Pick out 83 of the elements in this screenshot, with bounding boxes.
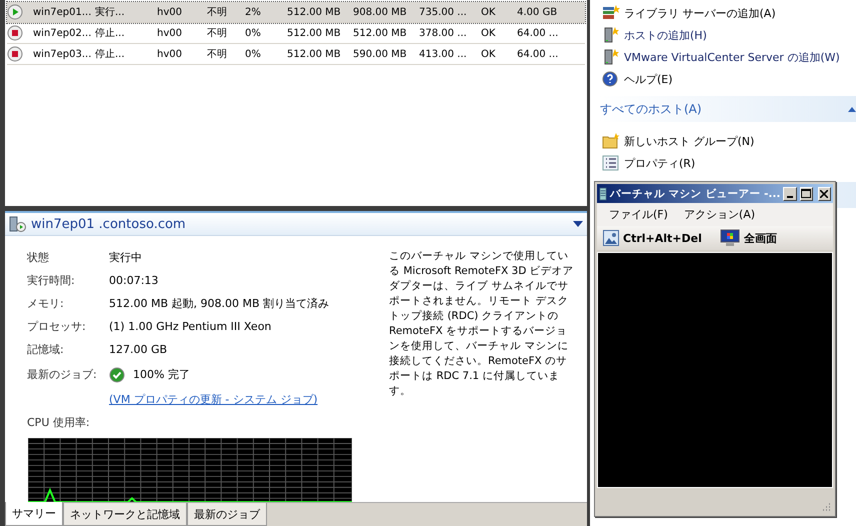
- maximize-button[interactable]: [800, 186, 813, 200]
- job-link[interactable]: (VM プロパティの更新 - システム ジョブ): [109, 392, 389, 407]
- field-label: プロセッサ:: [27, 319, 87, 334]
- list-icon: [602, 155, 620, 171]
- table-cell-text: 378.00 ...: [419, 28, 468, 38]
- field-label: 実行時間:: [27, 273, 76, 288]
- table-row[interactable]: win7ep01... 実行... hv00 不明 2% 512.00 MB 908.00 MB 735.00 ... OK 4.00 GB: [7, 2, 585, 23]
- server-icon: [602, 49, 620, 65]
- table-row[interactable]: win7ep03... 停止... hv00 不明 0% 512.00 MB 590.00 MB 413.00 ... OK 64.00 ...: [7, 44, 585, 65]
- picture-icon: [603, 230, 619, 246]
- field-label: CPU 使用率:: [27, 415, 91, 430]
- field-value: 127.00 GB: [109, 343, 168, 356]
- monitor-icon: [720, 229, 740, 247]
- table-cell-text: 停止...: [95, 26, 126, 40]
- resize-grip-icon[interactable]: [821, 502, 831, 512]
- table-cell-text: 512.00 MB: [353, 28, 408, 38]
- table-cell-text: OK: [481, 48, 496, 60]
- table-cell-text: 実行...: [95, 6, 126, 19]
- field-value: 00:07:13: [109, 274, 160, 287]
- field-label: 記憶域:: [27, 342, 65, 357]
- table-cell-text: OK: [481, 28, 496, 38]
- field-label: 状態: [27, 250, 50, 265]
- table-cell-text: 0%: [245, 48, 262, 60]
- table-cell-text: 不明: [207, 27, 228, 40]
- menu-item[interactable]: ファイル(F): [609, 207, 668, 222]
- menu-item[interactable]: アクション(A): [684, 207, 756, 222]
- action-item[interactable]: ホストの追加(H): [590, 24, 856, 46]
- maximize-icon: [801, 189, 812, 198]
- table-cell-text: 停止...: [95, 48, 126, 61]
- table-cell-text: 2%: [245, 6, 262, 18]
- table-cell-text: 590.00 MB: [353, 48, 408, 60]
- table-cell-text: 不明: [207, 6, 228, 19]
- window-title: バーチャル マシン ビューアー -...: [610, 186, 780, 200]
- server-icon: [602, 27, 620, 43]
- table-cell-text: hv00: [157, 28, 183, 38]
- notice-text: このバーチャル マシンで使用している Microsoft RemoteFX 3D ビデオアダプターは、ライブ サムネイルでサポートされません。リモート デスクトップ接続 (RDC) クライアントの RemoteFX をサポートするバージョンを使用して、バーチャル マシンに接続してください。RemoteFX のサポートは RDC 7.1 に付属しています。: [389, 249, 575, 399]
- table-cell-text: 不明: [207, 48, 228, 61]
- action-item[interactable]: ライブラリ サーバーの追加(A): [590, 2, 856, 24]
- table-cell-text: 64.00 ...: [517, 48, 560, 60]
- folder-icon: [602, 133, 620, 149]
- table-cell-text: win7ep01...: [33, 6, 92, 18]
- action-item[interactable]: VMware VirtualCenter Server の追加(W): [590, 46, 856, 68]
- table-cell-text: OK: [481, 6, 496, 18]
- help-icon: [602, 71, 620, 87]
- server-icon: [599, 186, 608, 202]
- table-cell-text: 4.00 GB: [517, 6, 558, 18]
- table-row[interactable]: win7ep02... 停止... hv00 不明 0% 512.00 MB 512.00 MB 378.00 ... OK 64.00 ...: [7, 23, 585, 44]
- table-cell-text: 64.00 ...: [517, 28, 560, 38]
- section-header[interactable]: すべてのホスト(A): [598, 96, 856, 122]
- field-value: (1) 1.00 GHz Pentium III Xeon: [109, 320, 272, 333]
- table-cell-text: hv00: [157, 48, 183, 60]
- books-icon: [602, 5, 620, 21]
- field-label: メモリ:: [27, 296, 65, 311]
- action-item[interactable]: ヘルプ(E): [590, 68, 856, 90]
- vm-running-icon: [9, 216, 27, 232]
- tab[interactable]: サマリー: [5, 502, 63, 526]
- action-item[interactable]: プロパティ(R): [590, 152, 856, 174]
- minimize-icon: [786, 196, 793, 198]
- table-cell-text: 413.00 ...: [419, 48, 468, 60]
- table-cell-text: 512.00 MB: [287, 28, 342, 38]
- table-cell-text: 0%: [245, 28, 262, 38]
- toolbar-button[interactable]: Ctrl+Alt+Del: [603, 230, 702, 246]
- field-label: 最新のジョブ:: [27, 367, 98, 382]
- close-button[interactable]: [818, 186, 832, 200]
- minimize-button[interactable]: [783, 186, 797, 200]
- job-status: 100% 完了: [133, 367, 190, 382]
- table-cell-text: 512.00 MB: [287, 6, 342, 18]
- collapse-icon[interactable]: [848, 106, 856, 112]
- table-cell-text: win7ep03...: [33, 48, 92, 60]
- table-cell-text: 512.00 MB: [287, 48, 342, 60]
- field-value: 512.00 MB 起動, 908.00 MB 割り当て済み: [109, 296, 330, 311]
- table-cell-text: win7ep02...: [33, 28, 92, 38]
- table-cell-text: 735.00 ...: [419, 6, 468, 18]
- tab[interactable]: 最新のジョブ: [187, 503, 267, 526]
- vm-name: win7ep01 .contoso.com: [31, 216, 187, 232]
- tab[interactable]: ネットワークと記憶域: [63, 503, 187, 526]
- field-value: 実行中: [109, 250, 143, 265]
- dropdown-icon[interactable]: [573, 221, 583, 227]
- close-icon: [820, 190, 828, 198]
- table-cell-text: 908.00 MB: [353, 6, 408, 18]
- action-item[interactable]: 新しいホスト グループ(N): [590, 130, 856, 152]
- toolbar-button[interactable]: 全画面: [720, 229, 777, 247]
- table-cell-text: hv00: [157, 6, 183, 18]
